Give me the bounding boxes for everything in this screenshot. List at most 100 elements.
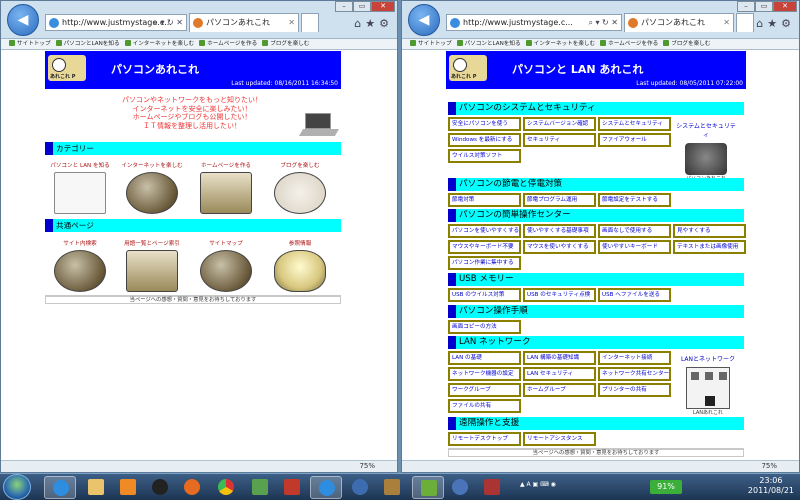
close-window-button[interactable]: ✕ [371, 1, 395, 12]
link-network-devices[interactable]: ネットワーク機器の設定 [448, 367, 521, 381]
site-logo[interactable]: あれこれ P [48, 55, 86, 81]
link-lan-security[interactable]: LAN セキュリティ [523, 367, 596, 381]
link-screen-capture[interactable]: 画面コピーの方法 [448, 320, 521, 334]
fav-item[interactable]: サイトトップ [410, 39, 452, 49]
taskbar-app3-icon[interactable] [276, 476, 308, 499]
tool-icons[interactable]: ⌂★⚙ [756, 17, 795, 30]
link-network-center[interactable]: ネットワーク共有センター [598, 367, 671, 381]
link-power-program[interactable]: 節電プログラム運用 [523, 193, 596, 207]
link-workgroup[interactable]: ワークグループ [448, 383, 521, 397]
tool-icons[interactable]: ⌂★⚙ [354, 17, 393, 30]
taskbar-app-icon[interactable] [144, 476, 176, 499]
link-windows-update[interactable]: Windows を最新にする [448, 133, 521, 147]
start-button[interactable] [3, 474, 31, 500]
fav-item[interactable]: インターネットを楽しむ [526, 39, 596, 49]
common-sitemap[interactable]: サイトマップ [193, 239, 259, 292]
side-system-security[interactable]: システムとセキュリティ パソコンあれこれ [676, 121, 736, 182]
taskbar-app6-icon[interactable] [412, 476, 444, 499]
link-system-security[interactable]: システムとセキュリティ [598, 117, 671, 131]
link-remote-assistance[interactable]: リモートアシスタンス [523, 432, 596, 446]
link-lan-basics[interactable]: LAN の基礎 [448, 351, 521, 365]
link-text-or-image[interactable]: テキストまたは画像使用 [673, 240, 746, 254]
fav-item[interactable]: ブログを楽しむ [663, 39, 710, 49]
link-usb-virus[interactable]: USB のウイルス対策 [448, 288, 521, 302]
tab-active[interactable]: パソコンあれこれ ✕ [189, 13, 299, 32]
taskbar-ie2-icon[interactable] [310, 476, 342, 499]
link-printer-share[interactable]: プリンターの共有 [598, 383, 671, 397]
category-blog[interactable]: ブログを楽しむ [267, 161, 333, 214]
link-safe-pc[interactable]: 安全にパソコンを使う [448, 117, 521, 131]
taskbar-ie-icon[interactable] [44, 476, 76, 499]
link-power-test[interactable]: 節電設定をテストする [598, 193, 671, 207]
address-bar[interactable]: http://www.justmystage.c... ⌕ ▾ ↻ ✕ [45, 14, 187, 31]
fav-item[interactable]: ホームページを作る [199, 39, 257, 49]
link-lan-build[interactable]: LAN 構築の基礎知識 [523, 351, 596, 365]
link-usb-send[interactable]: USB へファイルを送る [598, 288, 671, 302]
link-internet-connect[interactable]: インターネット接続 [598, 351, 671, 365]
link-remote-desktop[interactable]: リモートデスクトップ [448, 432, 521, 446]
site-logo[interactable]: あれこれ P [449, 55, 487, 81]
link-keyboard-easy[interactable]: 使いやすいキーボード [598, 240, 671, 254]
common-reference[interactable]: 参照情報 [267, 239, 333, 292]
back-button[interactable]: ◀ [408, 4, 440, 36]
new-tab-button[interactable] [301, 13, 319, 32]
minimize-button[interactable]: – [737, 1, 755, 12]
common-site-search[interactable]: サイト内検索 [47, 239, 113, 292]
taskbar-firefox-icon[interactable] [176, 476, 208, 499]
side-lan-network[interactable]: LANとネットワーク LANあれこれ [678, 354, 738, 416]
category-homepage[interactable]: ホームページを作る [193, 161, 259, 214]
fav-item[interactable]: サイトトップ [9, 39, 51, 49]
taskbar-app2-icon[interactable] [244, 476, 276, 499]
fav-item[interactable]: ホームページを作る [600, 39, 658, 49]
link-no-mouse-keyboard[interactable]: マウスやキーボード不要 [448, 240, 521, 254]
link-homegroup[interactable]: ホームグループ [523, 383, 596, 397]
taskbar-app8-icon[interactable] [476, 476, 508, 499]
clock[interactable]: 23:06 2011/08/21 [748, 476, 794, 496]
address-controls[interactable]: ⌕ ▾ ↻ ✕ [153, 15, 183, 30]
link-easy-basics[interactable]: 使いやすくする基礎事項 [523, 224, 596, 238]
minimize-button[interactable]: – [335, 1, 353, 12]
address-controls[interactable]: ⌕ ▾ ↻ ✕ [588, 15, 618, 30]
link-firewall[interactable]: ファイアウォール [598, 133, 671, 147]
link-focus[interactable]: パソコン作業に集中する [448, 256, 521, 270]
taskbar-media-icon[interactable] [112, 476, 144, 499]
link-easy-use[interactable]: パソコンを使いやすくする [448, 224, 521, 238]
site-header: あれこれ P パソコンあれこれ Last updated: 08/16/2011… [45, 51, 341, 89]
battery-indicator[interactable]: 91% [650, 480, 682, 494]
taskbar-app5-icon[interactable] [376, 476, 408, 499]
common-glossary[interactable]: 用語一覧とページ索引 [119, 239, 185, 292]
link-system-version[interactable]: システムバージョン確認 [523, 117, 596, 131]
back-button[interactable]: ◀ [7, 4, 39, 36]
taskbar-app4-icon[interactable] [344, 476, 376, 499]
fav-item[interactable]: ブログを楽しむ [262, 39, 309, 49]
fav-item[interactable]: パソコンとLANを知る [56, 39, 120, 49]
link-file-share[interactable]: ファイルの共有 [448, 399, 521, 413]
taskbar-chrome-icon[interactable] [210, 476, 242, 499]
zoom-level[interactable]: 75% [359, 462, 375, 470]
feedback-footer[interactable]: 当ページへの感想・質問・意見をお待ちしております [448, 448, 744, 457]
taskbar-explorer-icon[interactable] [80, 476, 112, 499]
category-pc-lan[interactable]: パソコンと LAN を知る [47, 161, 113, 214]
close-window-button[interactable]: ✕ [773, 1, 797, 12]
link-usb-security[interactable]: USB のセキュリティ点検 [523, 288, 596, 302]
category-internet[interactable]: インターネットを楽しむ [119, 161, 185, 214]
maximize-button[interactable]: ▭ [755, 1, 773, 12]
address-bar[interactable]: http://www.justmystage.c... ⌕ ▾ ↻ ✕ [446, 14, 622, 31]
feedback-footer[interactable]: 当ページへの感想・質問・意見をお待ちしております [45, 295, 341, 304]
link-easy-view[interactable]: 見やすくする [673, 224, 746, 238]
tab-active[interactable]: パソコンあれこれ ✕ [624, 13, 734, 32]
maximize-button[interactable]: ▭ [353, 1, 371, 12]
link-power-saving[interactable]: 節電対策 [448, 193, 521, 207]
zoom-level[interactable]: 75% [761, 462, 777, 470]
close-tab-icon[interactable]: ✕ [288, 14, 295, 32]
close-tab-icon[interactable]: ✕ [723, 14, 730, 32]
link-security[interactable]: セキュリティ [523, 133, 596, 147]
new-tab-button[interactable] [736, 13, 754, 32]
fav-item[interactable]: インターネットを楽しむ [125, 39, 195, 49]
fav-item[interactable]: パソコンとLANを知る [457, 39, 521, 49]
link-mouse-easy[interactable]: マウスを使いやすくする [523, 240, 596, 254]
system-tray-icons[interactable]: ▲ A ▣ ⌨ ◉ [520, 481, 734, 488]
link-antivirus[interactable]: ウイルス対策ソフト [448, 149, 521, 163]
taskbar-app7-icon[interactable] [444, 476, 476, 499]
link-no-screen[interactable]: 画面なしで使用する [598, 224, 671, 238]
